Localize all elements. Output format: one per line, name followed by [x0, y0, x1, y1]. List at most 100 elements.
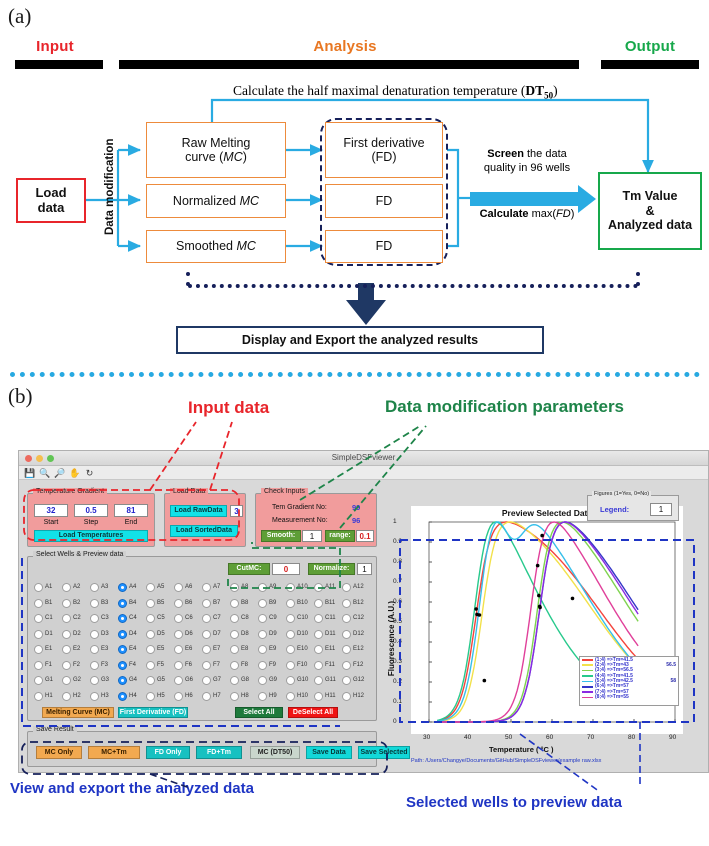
cutmc-input[interactable]: 0	[272, 563, 300, 575]
well-E1[interactable]	[34, 645, 43, 654]
well-H6[interactable]	[174, 691, 183, 701]
well-G1[interactable]	[34, 676, 43, 685]
well-E12[interactable]	[342, 645, 351, 654]
well-A11[interactable]	[314, 583, 323, 592]
well-C10[interactable]	[286, 614, 295, 623]
well-H9[interactable]	[258, 691, 267, 701]
save-button-save-selected[interactable]: Save Selected	[358, 746, 410, 759]
well-B7[interactable]	[202, 598, 211, 608]
save-button-mc-dt50[interactable]: MC (DT50)	[250, 746, 300, 759]
well-G8[interactable]	[230, 676, 239, 685]
normalize-label-button[interactable]: Normalize:	[308, 563, 355, 575]
zoom-in-icon[interactable]: 🔍	[39, 468, 50, 479]
well-E10[interactable]	[286, 645, 295, 654]
well-C6[interactable]	[174, 614, 183, 623]
smooth-label-button[interactable]: Smooth:	[261, 530, 301, 542]
well-C2[interactable]	[62, 614, 71, 623]
well-C9[interactable]	[258, 614, 267, 623]
cutmc-label-button[interactable]: CutMC:	[228, 563, 270, 575]
well-F8[interactable]	[230, 660, 239, 670]
load-sorteddata-button[interactable]: Load SortedData	[170, 525, 238, 537]
well-B12[interactable]	[342, 598, 351, 608]
well-G12[interactable]	[342, 676, 351, 685]
melting-curve-button[interactable]: Melting Curve (MC)	[42, 707, 114, 718]
well-D7[interactable]	[202, 629, 211, 639]
well-A3[interactable]	[90, 583, 99, 592]
well-F10[interactable]	[286, 660, 295, 670]
range-label-button[interactable]: range:	[325, 530, 355, 542]
well-F4[interactable]	[118, 660, 127, 670]
save-icon[interactable]: 💾	[24, 468, 35, 479]
well-C8[interactable]	[230, 614, 239, 623]
well-A9[interactable]	[258, 583, 267, 592]
well-H1[interactable]	[34, 691, 43, 701]
well-E7[interactable]	[202, 645, 211, 654]
well-D9[interactable]	[258, 629, 267, 639]
well-D5[interactable]	[146, 629, 155, 639]
range-input[interactable]: 0.1	[356, 530, 374, 542]
well-B5[interactable]	[146, 598, 155, 608]
temp-step-input[interactable]: 0.5	[74, 504, 108, 517]
well-F1[interactable]	[34, 660, 43, 670]
well-G10[interactable]	[286, 676, 295, 685]
well-H12[interactable]	[342, 691, 351, 701]
well-D10[interactable]	[286, 629, 295, 639]
well-A7[interactable]	[202, 583, 211, 592]
well-G3[interactable]	[90, 676, 99, 685]
well-B6[interactable]	[174, 598, 183, 608]
well-F6[interactable]	[174, 660, 183, 670]
load-rawdata-button[interactable]: Load RawData	[170, 505, 227, 517]
well-G4[interactable]	[118, 676, 127, 685]
temp-end-input[interactable]: 81	[114, 504, 148, 517]
deselect-all-button[interactable]: DeSelect All	[288, 707, 338, 718]
well-H4[interactable]	[118, 691, 127, 701]
legend-toggle-input[interactable]: 1	[650, 503, 672, 516]
well-B11[interactable]	[314, 598, 323, 608]
well-G11[interactable]	[314, 676, 323, 685]
well-A1[interactable]	[34, 583, 43, 592]
normalize-input[interactable]: 1	[357, 563, 372, 575]
well-G9[interactable]	[258, 676, 267, 685]
well-D6[interactable]	[174, 629, 183, 639]
well-D8[interactable]	[230, 629, 239, 639]
well-D11[interactable]	[314, 629, 323, 639]
well-H8[interactable]	[230, 691, 239, 701]
well-C5[interactable]	[146, 614, 155, 623]
well-E11[interactable]	[314, 645, 323, 654]
reset-icon[interactable]: ↻	[84, 468, 95, 479]
well-D12[interactable]	[342, 629, 351, 639]
well-A2[interactable]	[62, 583, 71, 592]
well-B8[interactable]	[230, 598, 239, 608]
well-F9[interactable]	[258, 660, 267, 670]
well-B10[interactable]	[286, 598, 295, 608]
well-C7[interactable]	[202, 614, 211, 623]
save-button-fd-tm[interactable]: FD+Tm	[196, 746, 242, 759]
load-temperatures-button[interactable]: Load Temperatures	[34, 530, 148, 542]
well-E3[interactable]	[90, 645, 99, 654]
well-A12[interactable]	[342, 583, 351, 592]
well-E4[interactable]	[118, 645, 127, 654]
well-F7[interactable]	[202, 660, 211, 670]
well-B4[interactable]	[118, 598, 127, 608]
save-button-mc-only[interactable]: MC Only	[36, 746, 82, 759]
well-A8[interactable]	[230, 583, 239, 592]
well-F3[interactable]	[90, 660, 99, 670]
well-C1[interactable]	[34, 614, 43, 623]
well-C12[interactable]	[342, 614, 351, 623]
well-H3[interactable]	[90, 691, 99, 701]
well-F11[interactable]	[314, 660, 323, 670]
well-G5[interactable]	[146, 676, 155, 685]
save-button-fd-only[interactable]: FD Only	[146, 746, 190, 759]
well-E2[interactable]	[62, 645, 71, 654]
well-F2[interactable]	[62, 660, 71, 670]
well-G7[interactable]	[202, 676, 211, 685]
well-B2[interactable]	[62, 598, 71, 608]
well-D1[interactable]	[34, 629, 43, 639]
well-C11[interactable]	[314, 614, 323, 623]
well-C3[interactable]	[90, 614, 99, 623]
first-derivative-button[interactable]: First Derivative (FD)	[118, 707, 188, 718]
well-G2[interactable]	[62, 676, 71, 685]
well-A4[interactable]	[118, 583, 127, 592]
well-A6[interactable]	[174, 583, 183, 592]
save-button-mc-tm[interactable]: MC+Tm	[88, 746, 140, 759]
